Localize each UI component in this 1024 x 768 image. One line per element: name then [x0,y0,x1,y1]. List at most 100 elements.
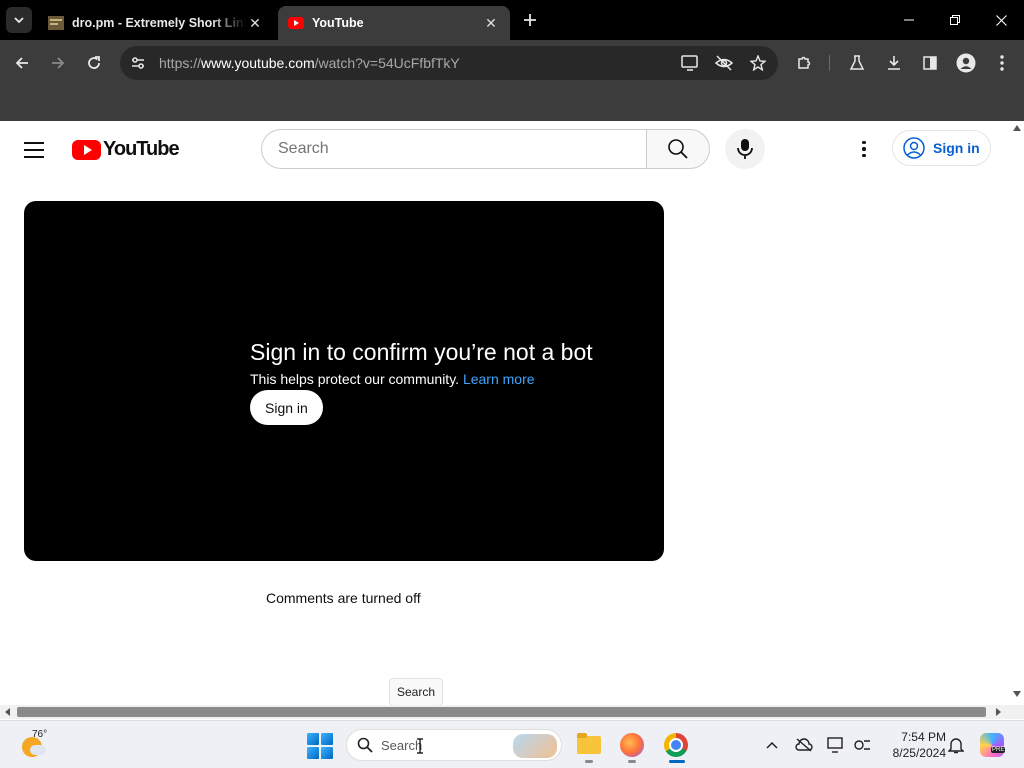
url-text: https://www.youtube.com/watch?v=54UcFfbf… [159,55,460,71]
restore-button[interactable] [932,0,978,40]
tab-dro-pm[interactable]: dro.pm - Extremely Short Link ✕ [38,6,274,40]
windows-logo-icon [307,733,319,745]
windows-logo-tile [321,733,333,745]
chrome-button[interactable] [660,729,692,763]
folder-icon [577,733,601,754]
system-clock[interactable]: 7:54 PM 8/25/2024 [878,729,946,761]
close-window-button[interactable] [978,0,1024,40]
file-explorer-button[interactable] [573,729,605,763]
side-panel-button[interactable] [916,49,944,77]
bell-icon [948,738,964,754]
forward-button[interactable] [44,49,72,77]
search-icon [357,737,373,753]
eye-off-icon[interactable] [712,51,736,75]
bot-check-sign-in-button[interactable]: Sign in [250,390,323,425]
new-tab-button[interactable] [518,8,542,32]
chevron-up-icon [766,741,778,749]
screen: dro.pm - Extremely Short Link ✕ YouTube … [0,0,1024,768]
copilot-pre-badge: PRE [991,747,1006,753]
search-button[interactable] [646,129,710,169]
running-indicator [628,760,636,763]
settings-menu-button[interactable] [852,137,876,161]
scroll-left-arrow-icon[interactable] [5,708,10,716]
search-input[interactable] [261,129,646,169]
firefox-button[interactable] [616,729,648,763]
kebab-icon-dot [862,147,866,151]
display-button[interactable] [826,735,846,755]
minimize-icon [904,19,914,21]
plus-icon [524,14,536,26]
minimize-button[interactable] [886,0,932,40]
tab-close-icon[interactable]: ✕ [246,14,264,32]
kebab-icon [1000,55,1004,71]
toolbar-divider [829,55,830,71]
close-icon [995,14,1007,26]
labs-button[interactable] [843,49,871,77]
tab-close-icon[interactable]: ✕ [482,14,500,32]
cast-icon[interactable] [678,51,702,75]
weather-widget[interactable]: 76° [14,729,54,761]
download-icon [888,56,900,70]
start-button[interactable] [307,733,333,759]
network-icon [854,740,870,750]
windows-logo-tile [307,747,319,759]
vertical-scrollbar[interactable] [1010,121,1024,705]
monitor-icon [827,737,843,753]
sign-in-button[interactable]: Sign in [892,130,991,166]
downloads-button[interactable] [880,49,908,77]
video-player[interactable]: Sign in to confirm you’re not a bot This… [24,201,664,561]
voice-search-button[interactable] [725,129,765,169]
scroll-right-arrow-icon[interactable] [996,708,1001,716]
clock-time: 7:54 PM [901,730,946,744]
url-scheme: https:// [159,55,202,71]
firefox-icon [620,733,644,757]
kebab-icon-dot [862,153,866,158]
search-highlight-image [513,734,557,758]
scroll-down-arrow-icon[interactable] [1013,691,1021,697]
show-hidden-icons-button[interactable] [762,735,782,755]
profile-button[interactable] [952,49,980,77]
running-indicator [585,760,593,763]
tab-youtube[interactable]: YouTube ✕ [278,6,510,40]
microphone-icon [737,139,753,159]
extensions-button[interactable] [790,49,818,77]
learn-more-link[interactable]: Learn more [463,371,535,387]
taskbar-search[interactable]: Search [346,729,562,761]
onedrive-button[interactable] [794,735,814,755]
back-arrow-icon [15,57,28,69]
youtube-page: YouTube Sign in Sign in to confirm you’r… [0,121,1010,705]
tab-search-button[interactable] [6,7,32,33]
chrome-menu-button[interactable] [988,49,1016,77]
weather-cloud-icon [30,745,46,755]
reload-button[interactable] [80,49,108,77]
youtube-logo[interactable]: YouTube [72,138,180,161]
tune-icon[interactable] [122,55,154,71]
address-bar-actions [678,51,770,75]
tab-title: dro.pm - Extremely Short Link [72,16,246,30]
profile-icon [956,53,976,73]
windows-taskbar: 76° Search 7:54 PM 8/25/2024 PRE [0,720,1024,768]
network-button[interactable] [852,735,872,755]
back-button[interactable] [8,49,36,77]
horizontal-scroll-thumb[interactable] [17,707,986,717]
notifications-button[interactable] [946,735,966,755]
hamburger-icon-line [24,156,44,158]
youtube-logo-text: YouTube [103,138,180,160]
bot-check-title: Sign in to confirm you’re not a bot [250,339,593,365]
scroll-up-arrow-icon[interactable] [1013,125,1021,131]
horizontal-scrollbar[interactable] [0,705,1024,719]
bookmark-bar [0,86,1024,121]
restore-icon [950,15,960,25]
account-circle-icon [903,137,925,159]
address-bar[interactable]: https://www.youtube.com/watch?v=54UcFfbf… [120,46,778,80]
copilot-button[interactable]: PRE [980,733,1006,757]
chevron-down-icon [14,17,24,24]
cloud-off-icon [795,738,813,752]
url-path: /watch?v=54UcFfbfTkY [314,55,460,71]
search-icon [668,139,688,159]
windows-logo-tile [321,747,333,759]
star-icon[interactable] [746,51,770,75]
bot-check-subtitle: This helps protect our community. Learn … [250,371,535,387]
guide-menu-button[interactable] [24,138,48,162]
search-box [261,129,710,169]
